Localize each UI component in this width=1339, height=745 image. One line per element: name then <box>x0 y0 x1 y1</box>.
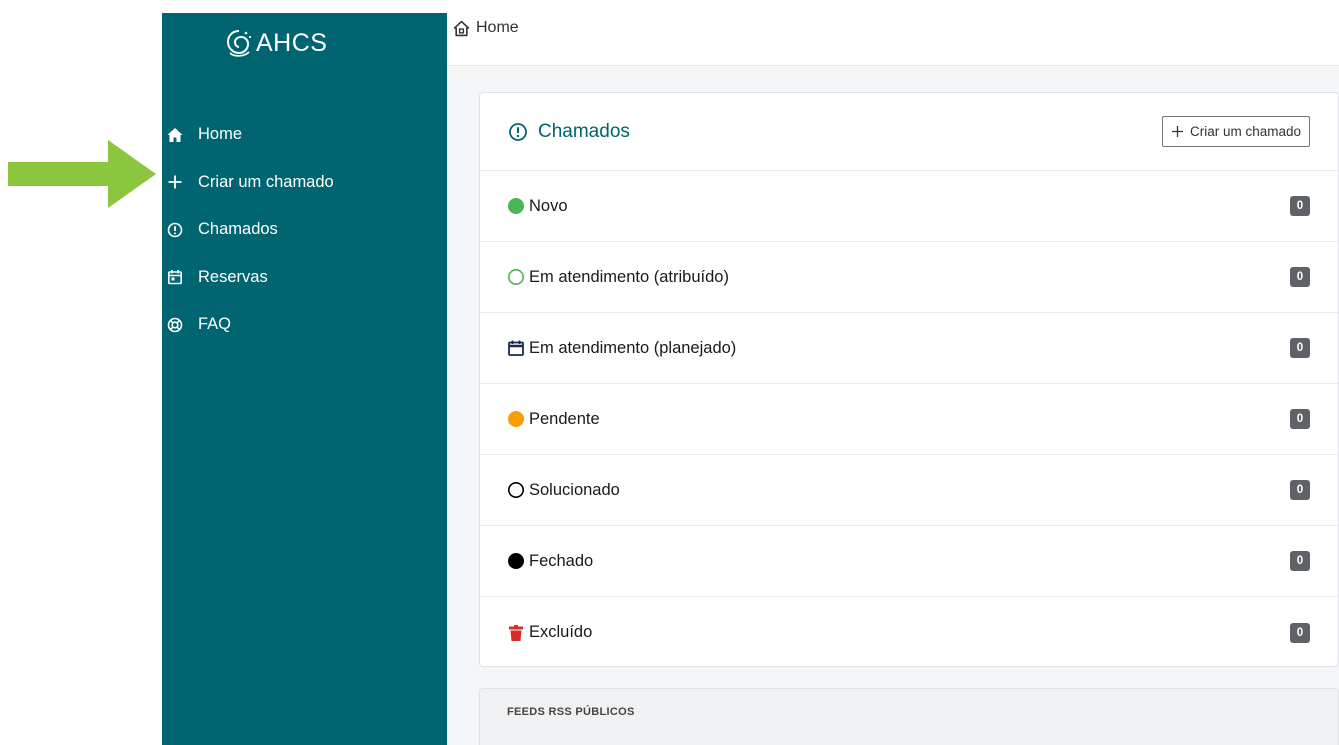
filled-circle-icon <box>507 197 525 215</box>
rss-feeds-panel: FEEDS RSS PÚBLICOS <box>479 688 1339 745</box>
sidebar-item-faq[interactable]: FAQ <box>162 301 447 349</box>
status-row-pendente[interactable]: Pendente 0 <box>480 384 1338 455</box>
status-label: Solucionado <box>529 480 620 499</box>
top-bar: Home <box>447 13 1339 66</box>
plus-icon <box>1171 126 1183 137</box>
count-badge: 0 <box>1290 267 1310 287</box>
sidebar-item-label: FAQ <box>198 315 232 334</box>
count-badge: 0 <box>1290 551 1310 571</box>
spiral-logo-icon <box>226 30 252 57</box>
tickets-card-title-text: Chamados <box>538 120 630 142</box>
sidebar-item-label: Home <box>198 125 243 144</box>
tickets-card-header: Chamados Criar um chamado <box>480 93 1338 171</box>
brand-name: AHCS <box>256 28 328 57</box>
status-label: Excluído <box>529 623 593 641</box>
status-label: Novo <box>529 196 568 215</box>
status-label: Fechado <box>529 551 594 570</box>
status-row-fechado[interactable]: Fechado 0 <box>480 526 1338 597</box>
count-badge: 0 <box>1290 622 1310 643</box>
status-label: Em atendimento (planejado) <box>529 338 737 357</box>
status-row-excluido[interactable]: Excluído 0 <box>480 597 1338 666</box>
status-row-solucionado[interactable]: Solucionado 0 <box>480 455 1338 526</box>
filled-circle-icon <box>507 552 525 570</box>
rss-feeds-title: FEEDS RSS PÚBLICOS <box>507 706 635 718</box>
sidebar-item-criar-chamado[interactable]: Criar um chamado <box>162 159 447 207</box>
filled-circle-icon <box>507 410 525 428</box>
sidebar: AHCS Home Criar um chamado Chamados Rese… <box>162 13 447 745</box>
breadcrumb[interactable]: Home <box>453 19 519 37</box>
alert-circle-icon <box>509 122 527 141</box>
lifebuoy-icon <box>166 316 184 334</box>
plus-icon <box>166 173 184 191</box>
status-row-novo[interactable]: Novo 0 <box>480 171 1338 242</box>
brand-logo[interactable]: AHCS <box>224 27 327 59</box>
create-ticket-button[interactable]: Criar um chamado <box>1161 116 1310 147</box>
status-row-em-atendimento-planejado[interactable]: Em atendimento (planejado) 0 <box>480 313 1338 384</box>
outline-circle-icon <box>507 481 525 499</box>
calendar-icon <box>507 339 525 357</box>
status-row-em-atendimento-atribuido[interactable]: Em atendimento (atribuído) 0 <box>480 242 1338 313</box>
sidebar-item-label: Chamados <box>198 220 278 239</box>
sidebar-item-label: Criar um chamado <box>198 172 334 191</box>
status-label: Pendente <box>529 409 600 428</box>
trash-icon <box>507 624 525 642</box>
page: AHCS Home Criar um chamado Chamados Rese… <box>0 0 1339 745</box>
create-ticket-button-label: Criar um chamado <box>1189 124 1301 139</box>
sidebar-item-chamados[interactable]: Chamados <box>162 206 447 254</box>
count-badge: 0 <box>1290 338 1310 358</box>
tickets-card-title[interactable]: Chamados <box>508 121 630 143</box>
sidebar-item-reservas[interactable]: Reservas <box>162 254 447 302</box>
main-content: Chamados Criar um chamado Novo 0 Em aten… <box>447 66 1339 745</box>
sidebar-item-home[interactable]: Home <box>162 111 447 159</box>
count-badge: 0 <box>1290 480 1310 500</box>
sidebar-nav: Home Criar um chamado Chamados Reservas <box>162 111 447 349</box>
home-icon <box>166 126 184 144</box>
alert-circle-icon <box>166 221 184 239</box>
calendar-icon <box>166 268 184 286</box>
count-badge: 0 <box>1290 196 1310 216</box>
home-outline-icon <box>453 20 470 36</box>
tickets-card: Chamados Criar um chamado Novo 0 Em aten… <box>479 92 1339 667</box>
breadcrumb-home: Home <box>476 19 519 36</box>
status-label: Em atendimento (atribuído) <box>529 267 729 286</box>
sidebar-item-label: Reservas <box>198 267 268 286</box>
annotation-arrow <box>8 140 156 208</box>
outline-circle-icon <box>507 268 525 286</box>
count-badge: 0 <box>1290 409 1310 429</box>
